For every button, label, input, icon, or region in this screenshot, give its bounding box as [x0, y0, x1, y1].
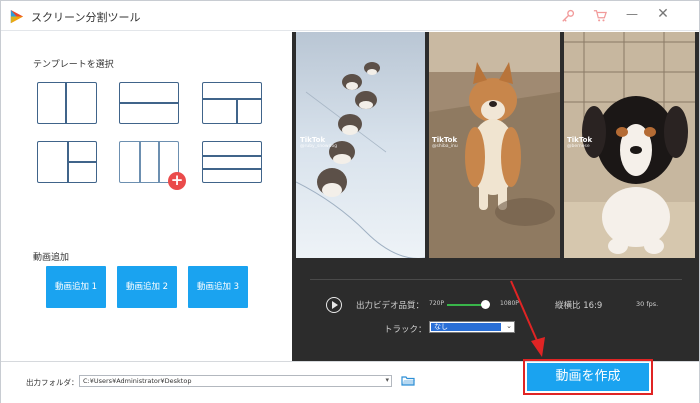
template-divider — [67, 161, 97, 163]
template-divider — [158, 142, 160, 182]
template-divider — [139, 142, 141, 182]
create-video-button[interactable]: 動画を作成 — [527, 363, 649, 391]
tiktok-watermark: TikTok @bernese — [567, 136, 593, 149]
controls-divider — [310, 279, 682, 280]
template-three-columns[interactable]: + — [119, 141, 186, 190]
template-divider — [203, 168, 261, 170]
create-button-highlight: 動画を作成 — [523, 359, 653, 395]
quality-slider-fill — [447, 304, 486, 306]
folder-icon[interactable] — [401, 375, 415, 386]
template-two-rows[interactable] — [119, 82, 179, 124]
chevron-down-icon: ⌄ — [506, 322, 512, 330]
output-folder-field[interactable]: C:¥Users¥Administrator¥Desktop ▾ — [79, 375, 392, 387]
template-left-wide-right-split[interactable] — [37, 82, 97, 124]
quality-slider-knob[interactable] — [481, 300, 491, 309]
quality-label: 出力ビデオ品質： — [356, 301, 425, 311]
minimize-button[interactable]: — — [625, 7, 639, 21]
chevron-down-icon[interactable]: ▾ — [385, 376, 389, 384]
add-video-button-2[interactable]: 動画追加 2 — [117, 266, 177, 308]
tiktok-watermark: TikTok @shiba_inu — [432, 136, 458, 149]
template-divider — [203, 98, 261, 100]
track-select[interactable]: なし ⌄ — [429, 321, 515, 333]
fps-label: 30 fps. — [636, 300, 659, 308]
template-divider — [236, 98, 238, 124]
template-three-rows[interactable] — [202, 141, 262, 183]
cart-icon[interactable] — [593, 9, 607, 23]
play-button[interactable] — [326, 297, 342, 313]
app-title: スクリーン分割ツール — [31, 11, 141, 24]
selected-plus-icon: + — [168, 172, 186, 190]
app-window: スクリーン分割ツール — ✕ テンプレートを選択 + 動画追加 動画追加 1 動… — [0, 0, 700, 403]
add-video-section-title: 動画追加 — [33, 253, 70, 263]
template-left-split-right-wide[interactable] — [37, 141, 97, 183]
left-panel: テンプレートを選択 + 動画追加 動画追加 1 動画追加 2 動画追加 3 — [1, 32, 292, 361]
template-divider — [65, 83, 67, 123]
close-button[interactable]: ✕ — [656, 6, 670, 22]
key-icon[interactable] — [561, 9, 575, 23]
video-slot-3[interactable]: TikTok @bernese — [564, 32, 695, 258]
template-divider — [120, 102, 178, 104]
preview-panel: TikTok @ruby_snowdog TikTok @shiba_inu T… — [292, 32, 699, 361]
output-folder-path: C:¥Users¥Administrator¥Desktop — [83, 377, 192, 385]
aspect-ratio-label: 縦横比 16:9 — [555, 301, 603, 311]
quality-low-label: 720P — [429, 300, 445, 307]
tiktok-watermark: TikTok @ruby_snowdog — [300, 136, 338, 149]
add-video-button-3[interactable]: 動画追加 3 — [188, 266, 248, 308]
add-video-button-1[interactable]: 動画追加 1 — [46, 266, 106, 308]
template-section-title: テンプレートを選択 — [33, 60, 114, 70]
template-top-wide-bottom-split[interactable] — [202, 82, 262, 124]
output-folder-label: 出力フォルダ： — [26, 378, 79, 387]
video-slot-1[interactable]: TikTok @ruby_snowdog — [296, 32, 425, 258]
track-select-value: なし — [431, 323, 501, 331]
quality-high-label: 1080P — [500, 300, 519, 307]
title-bar: スクリーン分割ツール — ✕ — [1, 1, 699, 31]
template-divider — [203, 155, 261, 157]
track-label: トラック： — [384, 325, 427, 335]
app-logo-icon — [10, 9, 24, 24]
video-slot-2[interactable]: TikTok @shiba_inu — [429, 32, 560, 258]
